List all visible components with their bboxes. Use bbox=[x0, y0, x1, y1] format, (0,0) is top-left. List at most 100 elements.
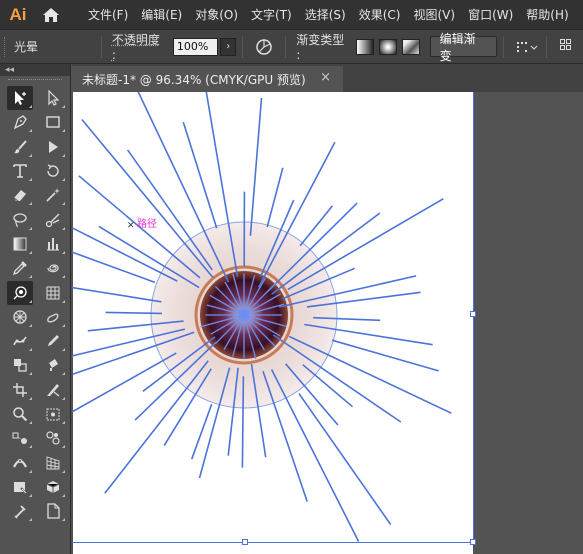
opacity-label[interactable]: 不透明度 : bbox=[112, 31, 167, 62]
opacity-dropdown-icon[interactable]: › bbox=[220, 37, 237, 56]
eyedropper-tool-icon[interactable] bbox=[7, 256, 33, 280]
linear-gradient-icon[interactable] bbox=[356, 38, 375, 55]
control-bar-grip[interactable] bbox=[4, 36, 10, 57]
gradient-tool-icon[interactable] bbox=[7, 232, 33, 256]
rectangle-tool-icon[interactable] bbox=[40, 110, 66, 134]
flare-ray bbox=[72, 251, 156, 284]
flare-ray bbox=[299, 205, 334, 247]
menu-edit[interactable]: 编辑(E) bbox=[141, 6, 182, 23]
menu-type[interactable]: 文字(T) bbox=[251, 6, 292, 23]
close-tab-icon[interactable]: × bbox=[320, 70, 331, 85]
bounding-box-right-edge bbox=[473, 92, 474, 542]
puppet-warp-tool-icon[interactable] bbox=[7, 329, 33, 353]
width-tool-icon[interactable] bbox=[7, 451, 33, 475]
type-tool-icon[interactable] bbox=[7, 159, 33, 183]
path-label: 路径 bbox=[137, 219, 157, 230]
zoom-tool-icon[interactable] bbox=[7, 402, 33, 426]
print-tiling-tool-icon[interactable] bbox=[40, 402, 66, 426]
free-transform-tool-icon[interactable] bbox=[7, 475, 33, 499]
scissors-tool-icon[interactable] bbox=[40, 208, 66, 232]
flare-ray bbox=[81, 118, 214, 279]
symbol-shifter-tool-icon[interactable] bbox=[40, 426, 66, 450]
radial-gradient-icon[interactable] bbox=[379, 38, 397, 55]
document-icon[interactable] bbox=[40, 499, 66, 523]
hand-tool-icon[interactable] bbox=[7, 499, 33, 523]
direct-selection-tool-icon[interactable] bbox=[40, 86, 66, 110]
paintbrush-tool-icon[interactable] bbox=[7, 135, 33, 159]
pen-tool-icon[interactable] bbox=[7, 110, 33, 134]
blob-brush-tool-icon[interactable] bbox=[40, 305, 66, 329]
anchor-point-marker: ✕ bbox=[127, 221, 135, 231]
flare-ray bbox=[72, 286, 162, 303]
eraser-tool-icon[interactable] bbox=[7, 183, 33, 207]
flare-ray bbox=[72, 352, 177, 413]
rotate-tool-icon[interactable] bbox=[40, 159, 66, 183]
shaper-tool-icon[interactable] bbox=[40, 135, 66, 159]
recolor-artwork-icon[interactable] bbox=[255, 38, 273, 56]
document-tab[interactable]: 未标题-1* @ 96.34% (CMYK/GPU 预览) × bbox=[72, 66, 343, 92]
divider bbox=[503, 35, 504, 58]
menu-window[interactable]: 窗口(W) bbox=[468, 6, 513, 23]
freeform-gradient-icon[interactable] bbox=[401, 38, 420, 55]
shape-builder-tool-icon[interactable] bbox=[7, 353, 33, 377]
tools-grip[interactable] bbox=[8, 79, 62, 83]
twirl-tool-icon[interactable] bbox=[40, 256, 66, 280]
app-logo: Ai bbox=[9, 4, 27, 24]
selection-name: 光晕 bbox=[13, 40, 38, 54]
flare-ray bbox=[298, 392, 392, 526]
flare-ray bbox=[287, 198, 444, 291]
menu-file[interactable]: 文件(F) bbox=[88, 6, 128, 23]
document-tab-bar: 未标题-1* @ 96.34% (CMYK/GPU 预览) × bbox=[72, 64, 583, 92]
divider bbox=[285, 35, 287, 58]
symbol-sprayer-tool-icon[interactable] bbox=[7, 305, 33, 329]
edit-gradient-button[interactable]: 编辑渐变 bbox=[429, 32, 497, 63]
document-tab-title: 未标题-1* @ 96.34% (CMYK/GPU 预览) bbox=[82, 72, 306, 87]
flare-ray bbox=[241, 376, 245, 468]
pencil-tool-icon[interactable] bbox=[40, 329, 66, 353]
bounding-box-handle-right[interactable] bbox=[470, 311, 476, 317]
artboard-tool-icon[interactable] bbox=[7, 378, 33, 402]
perspective-grid-tool-icon[interactable] bbox=[40, 451, 66, 475]
bounding-box-handle-bottom[interactable] bbox=[242, 539, 248, 545]
graph-tool-icon[interactable] bbox=[40, 232, 66, 256]
home-icon[interactable] bbox=[36, 0, 66, 29]
menu-object[interactable]: 对象(O) bbox=[195, 6, 238, 23]
menu-items: 文件(F) 编辑(E) 对象(O) 文字(T) 选择(S) 效果(C) 视图(V… bbox=[88, 6, 582, 23]
divider bbox=[100, 35, 102, 58]
menu-effect[interactable]: 效果(C) bbox=[359, 6, 401, 23]
slice-tool-icon[interactable] bbox=[40, 378, 66, 402]
lens-flare-artwork[interactable] bbox=[72, 92, 583, 554]
menu-select[interactable]: 选择(S) bbox=[305, 6, 346, 23]
flare-ray bbox=[190, 403, 213, 460]
gradient-type-label: 渐变类型 : bbox=[296, 33, 345, 62]
mesh-tool-icon[interactable] bbox=[40, 281, 66, 305]
control-bar: 光晕 不透明度 : 100% › 渐变类型 : 编辑渐变 bbox=[0, 29, 583, 64]
menu-bar: Ai 文件(F) 编辑(E) 对象(O) 文字(T) 选择(S) 效果(C) 视… bbox=[0, 0, 583, 29]
flare-ray bbox=[302, 364, 354, 408]
flare-ray bbox=[105, 311, 163, 315]
flare-ray bbox=[72, 226, 178, 282]
tools-collapse-button[interactable]: ◂◂ bbox=[0, 64, 70, 76]
flare-ray bbox=[182, 121, 218, 229]
flare-tool-icon[interactable] bbox=[7, 280, 33, 305]
selection-tool-icon[interactable] bbox=[7, 86, 33, 111]
live-paint-tool-icon[interactable] bbox=[40, 353, 66, 377]
divider bbox=[546, 35, 547, 58]
transform-grid-icon[interactable] bbox=[559, 38, 577, 56]
canvas-area[interactable]: ✕ 路径 bbox=[72, 92, 583, 554]
menu-view[interactable]: 视图(V) bbox=[413, 6, 455, 23]
lasso-tool-icon[interactable] bbox=[7, 208, 33, 232]
bounding-box-handle-bottom-right[interactable] bbox=[470, 539, 476, 545]
flare-ray bbox=[270, 369, 360, 542]
magic-wand-tool-icon[interactable] bbox=[40, 183, 66, 207]
opacity-input[interactable]: 100% bbox=[172, 37, 219, 56]
flare-ray bbox=[331, 339, 439, 372]
blend-tool-icon[interactable] bbox=[7, 426, 33, 450]
menu-help[interactable]: 帮助(H) bbox=[526, 6, 568, 23]
align-options-icon[interactable] bbox=[516, 38, 538, 56]
3d-shape-icon[interactable] bbox=[40, 475, 66, 499]
bounding-box-bottom-edge bbox=[72, 542, 474, 543]
divider bbox=[242, 35, 244, 58]
tools-panel: ◂◂ bbox=[0, 64, 71, 554]
flare-ray bbox=[249, 97, 263, 236]
